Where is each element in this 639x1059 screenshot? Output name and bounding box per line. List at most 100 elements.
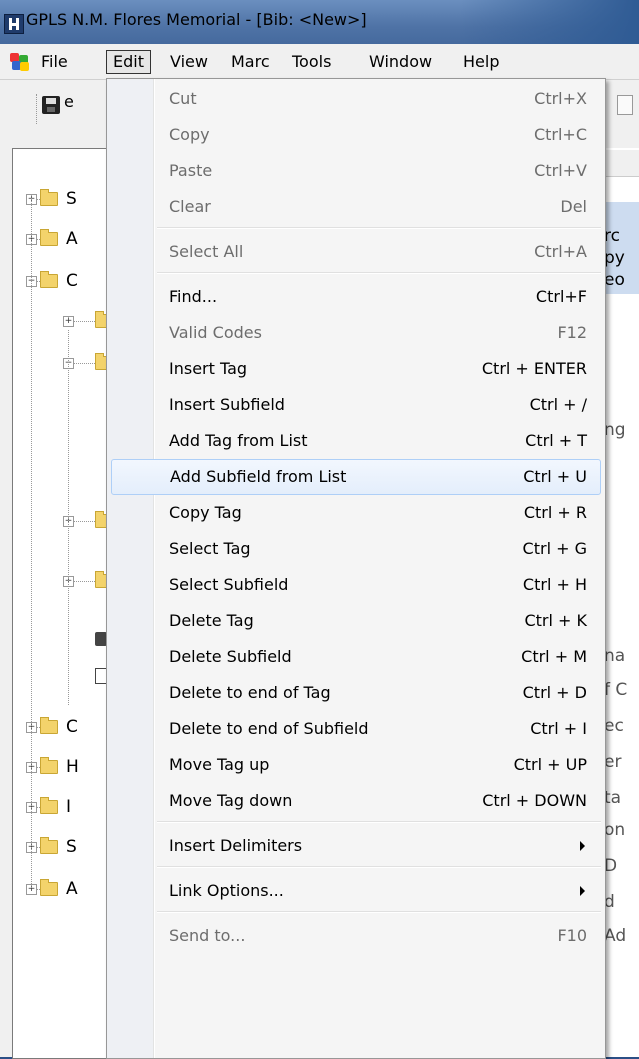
tree-connector	[74, 321, 95, 323]
tree-connector	[74, 581, 95, 583]
menu-separator	[157, 227, 601, 229]
menu-item-delete-subfield[interactable]: Delete Subfield Ctrl + M	[109, 639, 601, 675]
title-bar-gradient	[460, 0, 639, 44]
menu-item-shortcut: Ctrl + ENTER	[481, 359, 587, 378]
tree-node-label: A	[66, 879, 78, 899]
menu-item-delete-to-end-of-tag[interactable]: Delete to end of Tag Ctrl + D	[109, 675, 601, 711]
menu-item-shortcut: Ctrl + U	[523, 467, 587, 486]
menu-item-shortcut: Ctrl+A	[534, 242, 587, 261]
record-pane-line: er	[604, 752, 622, 772]
menu-item-select-tag[interactable]: Select Tag Ctrl + G	[109, 531, 601, 567]
record-pane-line: ta	[604, 788, 622, 808]
folder-open-icon	[40, 271, 58, 288]
menu-item-label: Paste	[169, 161, 213, 180]
menu-item-send-to[interactable]: Send to... F10	[109, 918, 601, 954]
folder-icon	[40, 837, 58, 854]
menu-help[interactable]: Help	[457, 51, 505, 73]
menu-item-label: Copy	[169, 125, 210, 144]
menu-item-label: Cut	[169, 89, 197, 108]
menu-item-shortcut: Ctrl + I	[530, 719, 587, 738]
menu-item-move-tag-up[interactable]: Move Tag up Ctrl + UP	[109, 747, 601, 783]
menu-item-link-options[interactable]: Link Options...	[109, 873, 601, 909]
submenu-arrow-icon	[580, 886, 585, 896]
expand-icon[interactable]: +	[63, 316, 74, 327]
menu-item-insert-tag[interactable]: Insert Tag Ctrl + ENTER	[109, 351, 601, 387]
tree-connector	[74, 521, 95, 523]
record-pane-line: eo	[604, 270, 625, 290]
record-pane-line: D	[604, 856, 618, 876]
menu-bar: File Edit View Marc Tools Window Help	[0, 44, 639, 80]
tree-connector	[74, 363, 95, 365]
toolbar-label[interactable]: e	[64, 92, 74, 111]
menu-tools[interactable]: Tools	[286, 51, 337, 73]
tree-node-label: S	[66, 837, 77, 857]
menu-item-label: Move Tag down	[169, 791, 293, 810]
menu-item-shortcut: F10	[557, 926, 587, 945]
folder-icon	[40, 757, 58, 774]
menu-item-label: Insert Tag	[169, 359, 248, 378]
menu-view[interactable]: View	[164, 51, 214, 73]
record-pane-line: na	[604, 646, 626, 666]
menu-window[interactable]: Window	[363, 51, 438, 73]
menu-item-select-subfield[interactable]: Select Subfield Ctrl + H	[109, 567, 601, 603]
menu-item-insert-delimiters[interactable]: Insert Delimiters	[109, 828, 601, 864]
menu-item-copy[interactable]: Copy Ctrl+C	[109, 117, 601, 153]
record-pane-line: on	[604, 820, 626, 840]
record-pane-toolbar	[604, 150, 639, 177]
menu-item-label: Valid Codes	[169, 323, 262, 342]
menu-item-label: Select Subfield	[169, 575, 289, 594]
menu-item-cut[interactable]: Cut Ctrl+X	[109, 81, 601, 117]
menu-item-label: Move Tag up	[169, 755, 270, 774]
menu-item-label: Delete to end of Tag	[169, 683, 331, 702]
record-pane-line: f C	[604, 680, 628, 700]
menu-item-move-tag-down[interactable]: Move Tag down Ctrl + DOWN	[109, 783, 601, 819]
menu-item-add-tag-from-list[interactable]: Add Tag from List Ctrl + T	[109, 423, 601, 459]
menu-item-label: Link Options...	[169, 881, 284, 900]
menu-item-add-subfield-from-list[interactable]: Add Subfield from List Ctrl + U	[111, 459, 601, 495]
menu-item-clear[interactable]: Clear Del	[109, 189, 601, 225]
title-bar: GPLS N.M. Flores Memorial - [Bib: <New>]	[0, 0, 639, 44]
menu-item-shortcut: Ctrl + /	[529, 395, 587, 414]
menu-item-label: Insert Delimiters	[169, 836, 303, 855]
menu-item-find[interactable]: Find... Ctrl+F	[109, 279, 601, 315]
menu-item-shortcut: Ctrl+X	[534, 89, 587, 108]
menu-item-copy-tag[interactable]: Copy Tag Ctrl + R	[109, 495, 601, 531]
tree-connector	[31, 198, 33, 888]
app-menu-icon[interactable]	[10, 53, 30, 71]
folder-icon	[40, 717, 58, 734]
menu-item-delete-tag[interactable]: Delete Tag Ctrl + K	[109, 603, 601, 639]
menu-item-shortcut: Ctrl + K	[524, 611, 587, 630]
menu-item-paste[interactable]: Paste Ctrl+V	[109, 153, 601, 189]
menu-file[interactable]: File	[35, 51, 74, 73]
menu-item-shortcut: Ctrl+C	[533, 125, 587, 144]
menu-item-label: Insert Subfield	[169, 395, 285, 414]
folder-icon	[40, 879, 58, 896]
tree-node-label: I	[66, 797, 72, 817]
menu-separator	[157, 821, 601, 823]
menu-item-label: Add Tag from List	[169, 431, 308, 450]
save-icon[interactable]	[42, 96, 60, 114]
menu-item-shortcut: Del	[560, 197, 587, 216]
menu-item-label: Add Subfield from List	[170, 467, 347, 486]
record-pane-line: py	[604, 248, 625, 268]
menu-item-delete-to-end-of-subfield[interactable]: Delete to end of Subfield Ctrl + I	[109, 711, 601, 747]
menu-separator	[157, 911, 601, 913]
menu-separator	[157, 272, 601, 274]
app-icon	[4, 14, 24, 34]
record-pane-line: rc	[604, 226, 620, 246]
tree-node-label: A	[66, 229, 78, 249]
menu-marc[interactable]: Marc	[225, 51, 276, 73]
record-pane-line: ec	[604, 716, 624, 736]
edit-menu-dropdown: Cut Ctrl+X Copy Ctrl+C Paste Ctrl+V Clear Del Se…	[106, 78, 606, 1059]
menu-item-valid-codes[interactable]: Valid Codes F12	[109, 315, 601, 351]
menu-item-shortcut: Ctrl + D	[522, 683, 587, 702]
toolbar-grip[interactable]	[36, 94, 40, 124]
menu-item-insert-subfield[interactable]: Insert Subfield Ctrl + /	[109, 387, 601, 423]
menu-item-label: Select Tag	[169, 539, 251, 558]
menu-edit[interactable]: Edit	[106, 50, 151, 74]
toolbar-right-button[interactable]	[617, 95, 633, 115]
menu-item-label: Delete Tag	[169, 611, 254, 630]
record-pane-line: d	[604, 892, 615, 912]
menu-item-select-all[interactable]: Select All Ctrl+A	[109, 234, 601, 270]
menu-item-label: Select All	[169, 242, 244, 261]
